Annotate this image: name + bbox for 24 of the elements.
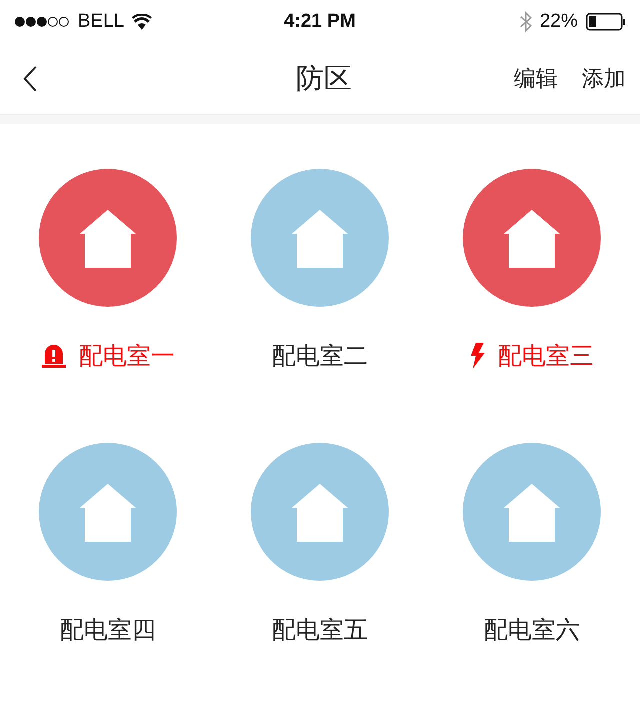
house-icon — [78, 208, 138, 268]
signal-icon — [14, 16, 70, 28]
lightning-icon — [470, 343, 486, 369]
page-title: 防区 — [296, 62, 352, 96]
house-icon — [290, 208, 350, 268]
zone-name: 配电室一 — [79, 342, 175, 372]
battery-icon — [586, 13, 626, 31]
zone-name: 配电室四 — [60, 616, 156, 646]
nav-action[interactable]: 编辑 — [514, 64, 558, 94]
zone-name: 配电室六 — [484, 616, 580, 646]
house-icon — [502, 208, 562, 268]
zone-name: 配电室五 — [272, 616, 368, 646]
status-time: 4:21 PM — [284, 11, 356, 33]
zone-name: 配电室二 — [272, 342, 368, 372]
carrier-name: BELL — [78, 11, 124, 33]
house-icon — [78, 482, 138, 542]
bluetooth-icon — [520, 11, 532, 33]
house-icon — [502, 482, 562, 542]
zone-name: 配电室三 — [498, 342, 594, 372]
house-icon — [290, 482, 350, 542]
wifi-icon — [132, 14, 152, 30]
nav-action[interactable]: 添加 — [582, 64, 626, 94]
alarm-icon — [41, 344, 67, 368]
battery-percent: 22% — [540, 11, 578, 33]
